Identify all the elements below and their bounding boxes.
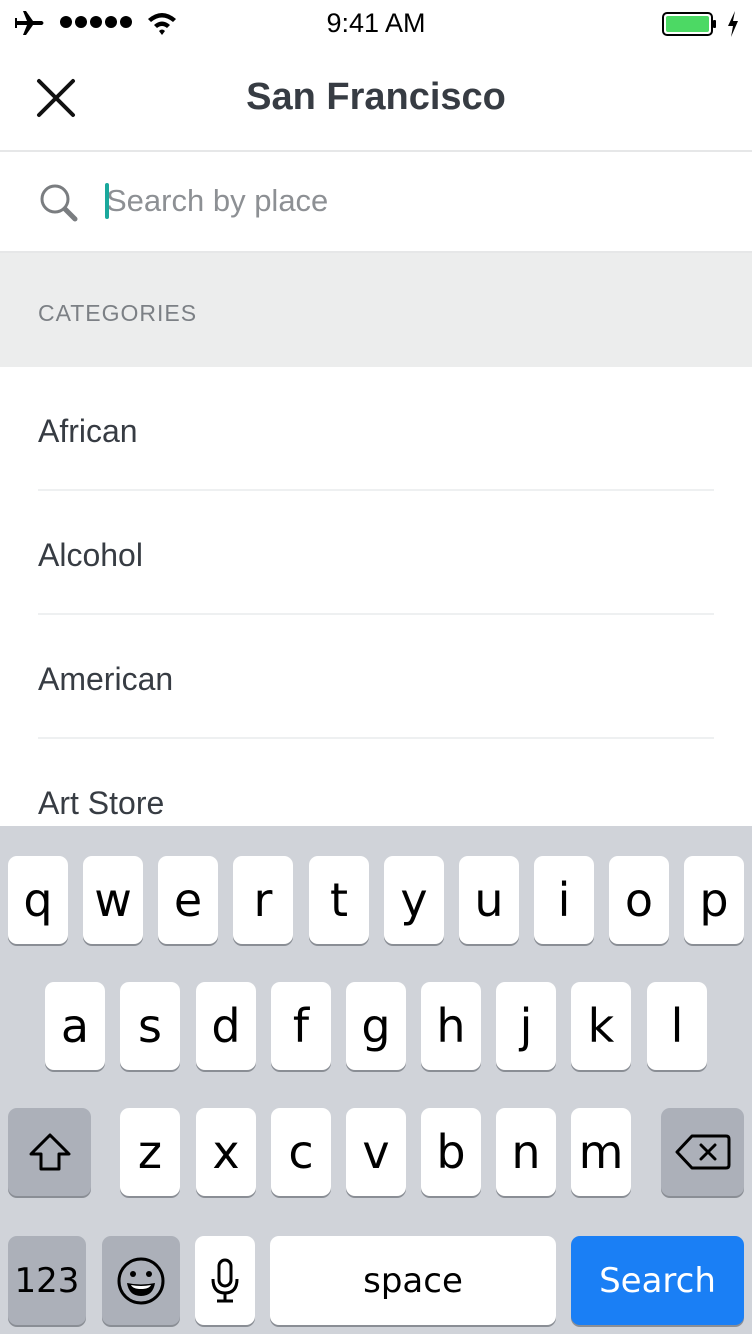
bolt-icon <box>728 11 738 37</box>
backspace-key[interactable] <box>661 1108 744 1196</box>
shift-key[interactable] <box>8 1108 91 1196</box>
key-l[interactable]: l <box>647 982 707 1070</box>
key-e[interactable]: e <box>158 856 218 944</box>
page-title: San Francisco <box>246 76 506 118</box>
microphone-key[interactable] <box>195 1236 255 1325</box>
emoji-icon <box>117 1257 165 1304</box>
category-label: American <box>38 661 174 697</box>
category-item-alcohol[interactable]: Alcohol <box>0 491 752 615</box>
emoji-key[interactable] <box>102 1236 180 1325</box>
category-item-american[interactable]: American <box>0 615 752 739</box>
search-key[interactable]: Search <box>571 1236 744 1325</box>
key-w[interactable]: w <box>83 856 143 944</box>
space-key[interactable]: space <box>270 1236 556 1325</box>
key-p[interactable]: p <box>684 856 744 944</box>
search-icon <box>40 184 78 222</box>
key-q[interactable]: q <box>8 856 68 944</box>
key-i[interactable]: i <box>534 856 594 944</box>
backspace-icon <box>675 1134 730 1170</box>
text-cursor <box>105 183 109 219</box>
keyboard: q w e r t y u i o p a s d f g h j k l z … <box>0 826 752 1334</box>
category-item-art-store[interactable]: Art Store <box>0 739 752 826</box>
key-x[interactable]: x <box>196 1108 256 1196</box>
key-v[interactable]: v <box>346 1108 406 1196</box>
key-c[interactable]: c <box>271 1108 331 1196</box>
key-s[interactable]: s <box>120 982 180 1070</box>
category-label: Art Store <box>38 785 165 821</box>
shift-icon <box>29 1133 70 1171</box>
key-b[interactable]: b <box>421 1108 481 1196</box>
status-bar: 9:41 AM <box>0 0 752 48</box>
key-h[interactable]: h <box>421 982 481 1070</box>
key-u[interactable]: u <box>459 856 519 944</box>
key-o[interactable]: o <box>609 856 669 944</box>
key-a[interactable]: a <box>45 982 105 1070</box>
key-m[interactable]: m <box>571 1108 631 1196</box>
category-label: Alcohol <box>38 537 143 573</box>
key-r[interactable]: r <box>233 856 293 944</box>
key-j[interactable]: j <box>496 982 556 1070</box>
key-k[interactable]: k <box>571 982 631 1070</box>
key-n[interactable]: n <box>496 1108 556 1196</box>
numbers-key[interactable]: 123 <box>8 1236 86 1325</box>
key-g[interactable]: g <box>346 982 406 1070</box>
key-z[interactable]: z <box>120 1108 180 1196</box>
microphone-icon <box>211 1258 239 1302</box>
categories-header-label: CATEGORIES <box>38 300 198 326</box>
status-time: 9:41 AM <box>326 8 426 38</box>
category-label: African <box>38 413 138 449</box>
battery-icon <box>662 12 716 36</box>
key-t[interactable]: t <box>309 856 369 944</box>
category-item-african[interactable]: African <box>0 367 752 491</box>
key-f[interactable]: f <box>271 982 331 1070</box>
key-y[interactable]: y <box>384 856 444 944</box>
key-d[interactable]: d <box>196 982 256 1070</box>
search-input[interactable] <box>106 178 706 224</box>
